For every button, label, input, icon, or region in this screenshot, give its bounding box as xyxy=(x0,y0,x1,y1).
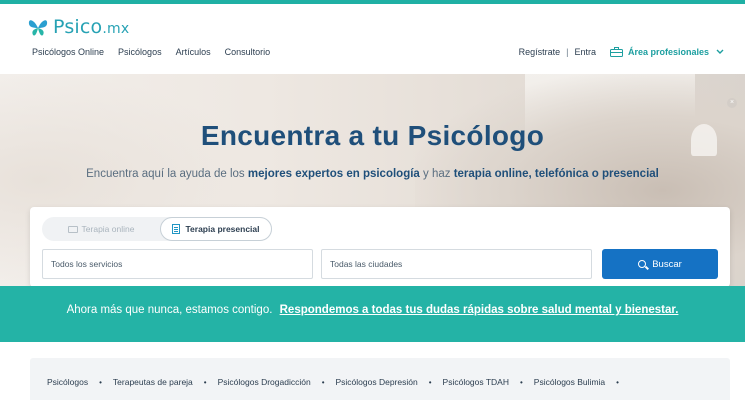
category-bullet: • xyxy=(616,377,619,387)
nav-separator: | xyxy=(566,47,569,57)
support-banner-link[interactable]: Respondemos a todas tus dudas rápidas so… xyxy=(280,304,679,316)
cities-select[interactable]: Todas las ciudades xyxy=(321,249,592,279)
tab-terapia-presencial[interactable]: Terapia presencial xyxy=(160,217,272,241)
tab-terapia-online[interactable]: Terapia online xyxy=(42,217,160,241)
services-value: Todos los servicios xyxy=(51,259,123,269)
user-nav: Regístrate | Entra Área profesionales xyxy=(519,47,724,57)
nav-item-psicologos-online[interactable]: Psicólogos Online xyxy=(32,47,104,57)
pro-area-menu[interactable]: Área profesionales xyxy=(609,47,724,57)
support-banner-text: Ahora más que nunca, estamos contigo. Re… xyxy=(66,304,679,316)
site-header: Psico.mx Psicólogos Online Psicólogos Ar… xyxy=(0,4,745,74)
chevron-down-icon xyxy=(716,48,724,57)
category-bullet: • xyxy=(99,377,102,387)
category-link[interactable]: Terapeutas de pareja xyxy=(113,377,193,387)
search-icon xyxy=(638,260,647,268)
nav-item-psicologos[interactable]: Psicólogos xyxy=(118,47,162,57)
login-link[interactable]: Entra xyxy=(574,47,596,57)
hero-title: Encuentra a tu Psicólogo xyxy=(200,120,545,151)
tab-online-label: Terapia online xyxy=(81,224,135,234)
brand-logo[interactable]: Psico.mx xyxy=(27,16,129,38)
category-link[interactable]: Psicólogos TDAH xyxy=(443,377,509,387)
category-bullet: • xyxy=(203,377,207,387)
category-link[interactable]: Psicólogos Drogadicción xyxy=(218,377,311,387)
briefcase-icon xyxy=(609,47,623,57)
search-button[interactable]: Buscar xyxy=(602,249,718,279)
tab-presencial-label: Terapia presencial xyxy=(185,224,260,234)
category-bullet: • xyxy=(428,377,432,387)
category-bullet: • xyxy=(519,377,523,387)
category-link[interactable]: Psicólogos xyxy=(47,377,88,387)
category-links: Psicólogos • Terapeutas de pareja • Psic… xyxy=(47,377,630,387)
category-bullet: • xyxy=(321,377,325,387)
close-icon[interactable]: × xyxy=(727,98,737,108)
video-camera-icon xyxy=(67,225,78,233)
therapy-type-tabs: Terapia online Terapia presencial xyxy=(42,217,272,241)
nav-item-articulos[interactable]: Artículos xyxy=(176,47,211,57)
register-link[interactable]: Regístrate xyxy=(519,47,561,57)
search-button-label: Buscar xyxy=(652,258,682,270)
search-card: Terapia online Terapia presencial Todos … xyxy=(30,207,730,287)
services-select[interactable]: Todos los servicios xyxy=(42,249,313,279)
pro-area-label: Área profesionales xyxy=(627,47,709,57)
category-link[interactable]: Psicólogos Bulimia xyxy=(534,377,605,387)
butterfly-icon xyxy=(27,16,49,38)
hero-subtitle: Encuentra aquí la ayuda de los mejores e… xyxy=(86,168,659,180)
brand-name: Psico.mx xyxy=(53,16,130,38)
main-nav: Psicólogos Online Psicólogos Artículos C… xyxy=(32,47,270,57)
building-icon xyxy=(172,224,181,234)
nav-item-consultorio[interactable]: Consultorio xyxy=(225,47,271,57)
cities-value: Todas las ciudades xyxy=(330,259,403,269)
category-link[interactable]: Psicólogos Depresión xyxy=(336,377,418,387)
